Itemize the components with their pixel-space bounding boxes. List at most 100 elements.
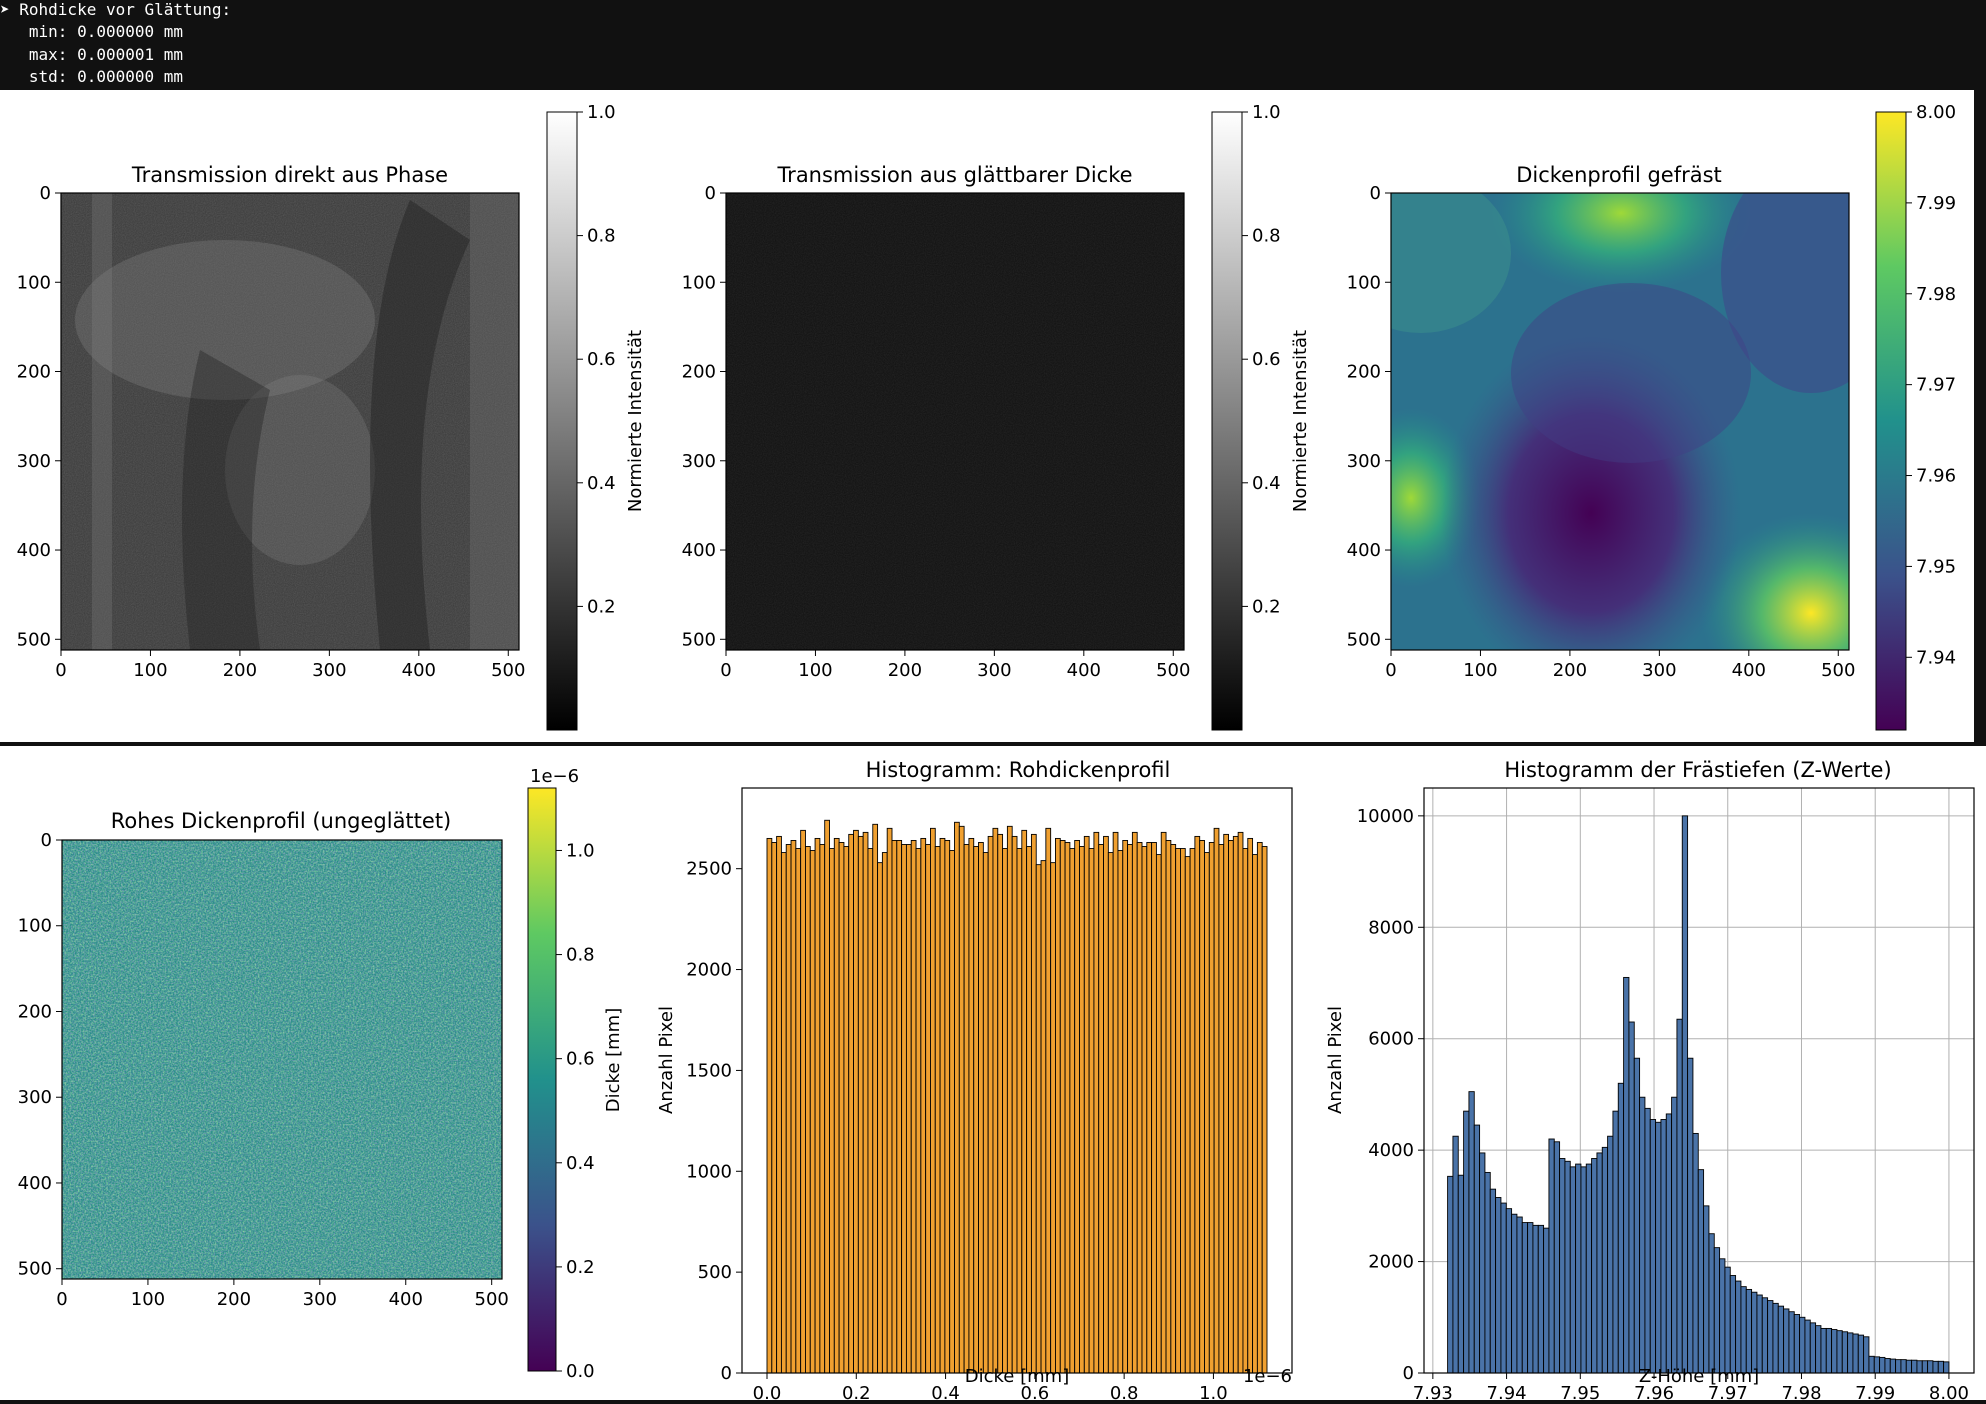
histogram-bar — [1228, 839, 1234, 1374]
console-line: ➤ Rohdicke vor Glättung: — [0, 0, 232, 19]
histogram-bar — [1559, 1158, 1566, 1374]
histogram-bar — [1199, 839, 1205, 1374]
histogram-bar — [1160, 831, 1167, 1374]
x-tick-label: 100 — [131, 1289, 165, 1310]
x-axis-label: Z-Höhe [mm] — [1639, 1366, 1759, 1387]
histogram-bar — [1180, 848, 1186, 1374]
histogram-bar — [795, 848, 802, 1374]
histogram-bar — [886, 827, 893, 1374]
y-tick-label: 400 — [18, 1173, 52, 1194]
histogram-bar — [1175, 848, 1181, 1374]
x-tick-label: 500 — [475, 1289, 509, 1310]
histogram-bar — [1863, 1336, 1870, 1374]
histogram-bar — [1772, 1302, 1779, 1374]
x-tick-label: 300 — [977, 660, 1011, 681]
histogram-bar — [1617, 1082, 1625, 1374]
histogram-bar — [915, 848, 922, 1374]
histogram-bar — [1131, 831, 1138, 1374]
x-tick-label: 0.4 — [931, 1383, 960, 1400]
histogram-bar — [1799, 1316, 1806, 1374]
histogram-bar — [872, 823, 879, 1374]
chart-title: Transmission aus glättbarer Dicke — [776, 163, 1132, 187]
y-tick-label: 200 — [682, 362, 716, 383]
histogram-bar — [1575, 1163, 1582, 1374]
histogram-bar — [901, 844, 907, 1374]
histogram-bar — [1591, 1158, 1598, 1374]
y-tick-label: 400 — [17, 540, 51, 561]
histogram-bar — [1136, 842, 1143, 1374]
chart-title: Rohes Dickenprofil (ungeglättet) — [111, 809, 452, 833]
histogram-bar — [982, 852, 989, 1374]
histogram-bar — [1836, 1330, 1843, 1374]
histogram-bar — [1223, 833, 1229, 1374]
histogram-bar — [800, 829, 806, 1374]
histogram-bar — [1916, 1360, 1923, 1374]
x-tick-label: 400 — [1067, 660, 1101, 681]
histogram-bar — [877, 862, 883, 1374]
colorbar-tick-label: 0.4 — [587, 473, 616, 494]
histogram-plot: 0.0 0.2 0.4 0.6 0.8 1.005001000150020002500 — [686, 787, 1293, 1400]
histogram-bar — [833, 837, 840, 1374]
histogram-bar — [1857, 1334, 1865, 1374]
histogram-bar — [1521, 1222, 1529, 1374]
histogram-bar — [1473, 1124, 1481, 1374]
y-tick-label: 0 — [705, 183, 716, 204]
histogram-bar — [1045, 827, 1052, 1374]
y-tick-label: 0 — [1370, 183, 1381, 204]
colorbar-tick-label: 0.2 — [1252, 596, 1281, 617]
histogram-bar — [1232, 835, 1239, 1374]
histogram-bar — [829, 848, 835, 1374]
x-tick-label: 200 — [888, 660, 922, 681]
y-axis-label: Anzahl Pixel — [1325, 1006, 1346, 1114]
colorbar — [527, 787, 557, 1372]
y-tick-label: 1000 — [686, 1161, 732, 1182]
x-tick-label: 7.99 — [1855, 1383, 1895, 1400]
histogram-bar — [862, 831, 869, 1374]
histogram-bar — [1724, 1266, 1731, 1374]
y-tick-label: 100 — [17, 272, 51, 293]
y-tick-label: 500 — [18, 1259, 52, 1280]
colorbar-label: Dicke [mm] — [603, 1008, 624, 1112]
y-tick-label: 4000 — [1368, 1140, 1414, 1161]
chart-title: Dickenprofil gefräst — [1516, 163, 1722, 187]
histogram-bar — [1713, 1247, 1721, 1374]
heatmap-image — [61, 193, 519, 650]
y-tick-label: 100 — [682, 272, 716, 293]
histogram-bar — [814, 837, 821, 1374]
histogram-bar — [1644, 1107, 1651, 1374]
histogram-bar — [1527, 1222, 1534, 1374]
histogram-bar — [1079, 846, 1085, 1374]
histogram-bar — [1921, 1360, 1929, 1374]
histogram-bar — [1146, 842, 1153, 1374]
x-tick-label: 100 — [1463, 660, 1497, 681]
y-tick-label: 8000 — [1368, 917, 1414, 938]
y-tick-label: 100 — [18, 916, 52, 937]
histogram-bar — [973, 846, 979, 1374]
histogram-bar — [954, 821, 960, 1374]
histogram-bar — [1500, 1202, 1507, 1374]
colorbar-tick-label: 0.8 — [566, 945, 595, 966]
histogram-bar — [1155, 854, 1162, 1374]
histogram-bar — [1543, 1227, 1550, 1374]
histogram-bar — [1900, 1359, 1907, 1374]
colorbar-tick-label: 0.0 — [566, 1361, 595, 1382]
histogram-bar — [1639, 1096, 1646, 1374]
histogram-bar — [1107, 852, 1114, 1374]
histogram-bar — [934, 846, 941, 1374]
console-line: max: 0.000001 mm — [0, 45, 184, 64]
histogram-bar — [1511, 1213, 1518, 1374]
histogram-bar — [867, 848, 874, 1374]
histogram-bar — [1788, 1311, 1795, 1374]
y-tick-label: 300 — [18, 1087, 52, 1108]
histogram-bar — [1793, 1314, 1801, 1374]
histogram-bar — [1165, 839, 1172, 1374]
x-tick-label: 7.95 — [1560, 1383, 1600, 1400]
histogram-bar — [1242, 848, 1249, 1374]
histogram-bar — [1256, 842, 1263, 1374]
histogram-bar — [1633, 1057, 1641, 1374]
histogram-bar — [776, 835, 782, 1374]
histogram-bar — [1463, 1110, 1470, 1374]
histogram-bar — [1841, 1331, 1849, 1374]
x-tick-label: 100 — [798, 660, 832, 681]
histogram-bar — [1208, 842, 1215, 1374]
